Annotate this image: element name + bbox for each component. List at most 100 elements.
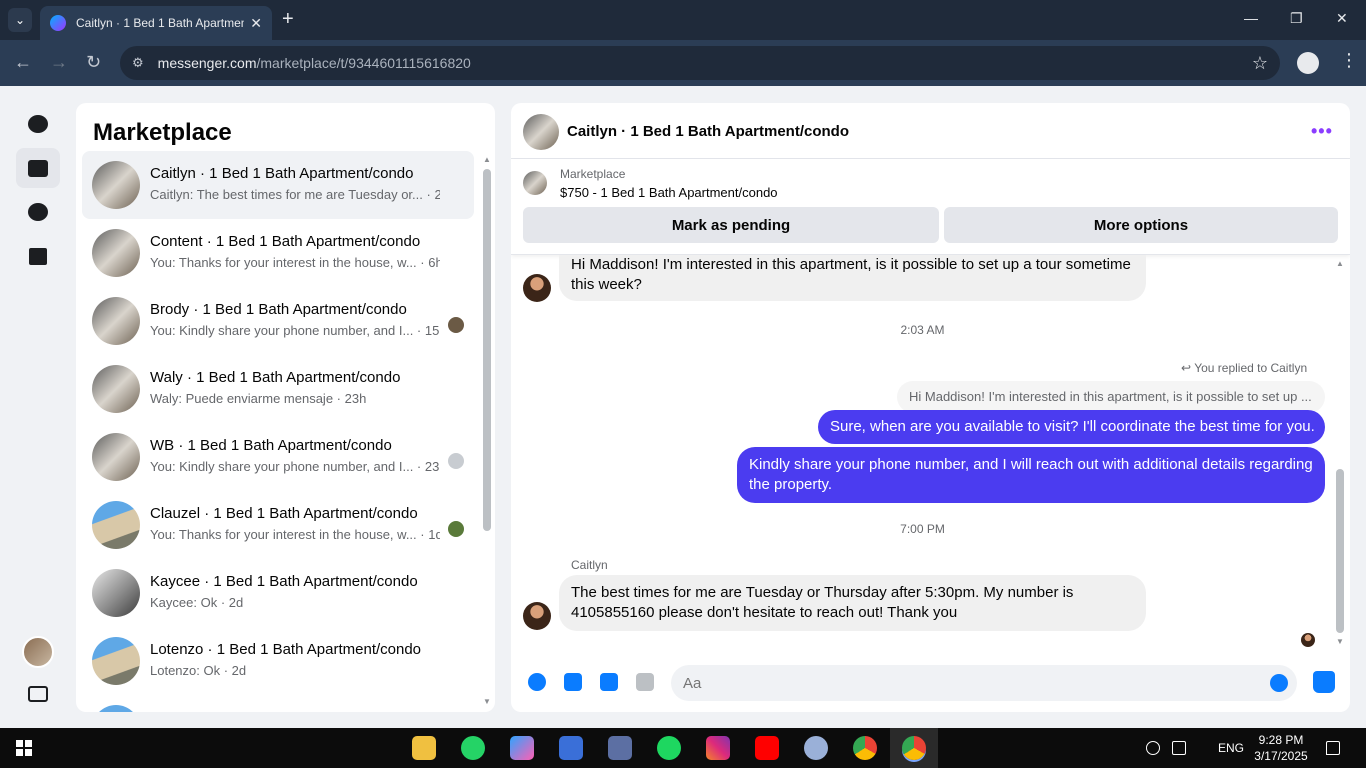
chrome-icon[interactable] [853, 736, 877, 760]
app-icon[interactable] [608, 736, 632, 760]
scroll-down-arrow-icon[interactable]: ▼ [483, 697, 491, 706]
browser-tab[interactable]: Caitlyn · 1 Bed 1 Bath Apartment/condo ✕ [40, 6, 272, 40]
listing-banner: Marketplace $750 - 1 Bed 1 Bath Apartmen… [511, 159, 1350, 255]
timestamp: 7:00 PM [900, 522, 945, 536]
marketplace-button[interactable] [16, 148, 60, 188]
requests-button[interactable] [16, 192, 60, 232]
new-tab-button[interactable]: + [282, 9, 294, 29]
message-incoming: Hi Maddison! I'm interested in this apar… [559, 255, 1146, 301]
listing-thumbnail [92, 365, 140, 413]
conversation-name: Brody · 1 Bed 1 Bath Apartment/condo [150, 301, 407, 318]
seen-avatar [448, 521, 464, 537]
address-bar[interactable]: ⚙ messenger.com/marketplace/t/9344601115… [120, 46, 1280, 80]
sender-name: Caitlyn [571, 558, 608, 572]
scroll-up-arrow-icon[interactable]: ▲ [483, 155, 491, 164]
conversation-name: Kaycee · 1 Bed 1 Bath Apartment/condo [150, 573, 418, 590]
archive-button[interactable] [16, 236, 60, 276]
emoji-icon[interactable] [1270, 674, 1288, 692]
listing-title[interactable]: $750 - 1 Bed 1 Bath Apartment/condo [560, 185, 778, 200]
seen-avatar [448, 317, 464, 333]
add-icon[interactable] [528, 673, 546, 691]
listing-thumbnail [92, 637, 140, 685]
tab-title: Caitlyn · 1 Bed 1 Bath Apartment/condo [76, 16, 245, 30]
page-title: Marketplace [93, 119, 232, 146]
chat-avatar[interactable] [523, 114, 559, 150]
contact-avatar [523, 274, 551, 302]
scroll-up-arrow-icon[interactable]: ▲ [1336, 259, 1344, 268]
conversation-item-kaycee[interactable]: Kaycee · 1 Bed 1 Bath Apartment/condo Ka… [82, 559, 474, 627]
sticker-icon[interactable] [600, 673, 618, 691]
forward-button[interactable]: → [50, 52, 68, 72]
conversation-item-brody[interactable]: Brody · 1 Bed 1 Bath Apartment/condo You… [82, 287, 474, 355]
conversation-item-content[interactable]: Content · 1 Bed 1 Bath Apartment/condo Y… [82, 219, 474, 287]
messenger-favicon-icon [50, 15, 66, 31]
photo-icon[interactable] [564, 673, 582, 691]
language-indicator[interactable]: ENG [1218, 741, 1244, 755]
profile-icon[interactable] [1297, 52, 1319, 74]
bookmark-star-icon[interactable]: ☆ [1252, 53, 1268, 74]
conversation-item-waly[interactable]: Waly · 1 Bed 1 Bath Apartment/condo Waly… [82, 355, 474, 423]
conversation-item-caitlyn[interactable]: Caitlyn · 1 Bed 1 Bath Apartment/condo C… [82, 151, 474, 219]
conversation-preview: Waly: Puede enviarme mensaje · 23h [150, 391, 367, 406]
conversation-name: Lotenzo · 1 Bed 1 Bath Apartment/condo [150, 641, 422, 658]
copilot-icon[interactable] [510, 736, 534, 760]
conversation-name: Content · 1 Bed 1 Bath Apartment/condo [150, 233, 421, 250]
seen-avatar [448, 453, 464, 469]
maximize-button[interactable]: ❐ [1290, 10, 1303, 27]
url-path: /marketplace/t/9344601115616820 [256, 55, 471, 71]
notifications-icon[interactable] [1326, 741, 1340, 755]
chat-title[interactable]: Caitlyn · 1 Bed 1 Bath Apartment/condo [567, 123, 849, 140]
listing-source: Marketplace [560, 167, 626, 181]
minimize-button[interactable]: — [1244, 10, 1258, 26]
conversation-name: WB · 1 Bed 1 Bath Apartment/condo [150, 437, 392, 454]
back-button[interactable]: ← [14, 52, 32, 72]
chat-scrollbar[interactable] [1336, 469, 1344, 633]
archive-icon [29, 247, 47, 265]
message-incoming: The best times for me are Tuesday or Thu… [559, 575, 1146, 631]
close-tab-icon[interactable]: ✕ [250, 15, 262, 32]
conversation-item-lotenzo[interactable]: Lotenzo · 1 Bed 1 Bath Apartment/condo L… [82, 627, 474, 695]
network-icon[interactable] [1172, 741, 1186, 755]
clock[interactable]: 9:28 PM 3/17/2025 [1250, 732, 1312, 764]
listing-thumbnail[interactable] [523, 171, 547, 195]
gif-icon[interactable] [636, 673, 654, 691]
more-actions-icon[interactable]: ••• [1311, 121, 1333, 142]
instagram-icon[interactable] [706, 736, 730, 760]
app-icon[interactable] [804, 736, 828, 760]
start-button[interactable] [16, 740, 32, 756]
file-explorer-icon[interactable] [412, 736, 436, 760]
conversation-item-wb[interactable]: WB · 1 Bed 1 Bath Apartment/condo You: K… [82, 423, 474, 491]
conversation-list-scrollbar[interactable] [483, 169, 491, 531]
tab-search-button[interactable]: ⌄ [8, 8, 32, 32]
spotify-icon[interactable] [657, 736, 681, 760]
user-avatar[interactable] [22, 636, 54, 668]
listing-thumbnail [92, 569, 140, 617]
message-composer [511, 663, 1350, 703]
conversation-item-partial[interactable] [82, 695, 474, 712]
more-options-button[interactable]: More options [944, 207, 1338, 243]
mark-as-pending-button[interactable]: Mark as pending [523, 207, 939, 243]
chats-button[interactable] [16, 104, 60, 144]
browser-menu-icon[interactable]: ⋮ [1340, 50, 1358, 71]
url-host: messenger.com [157, 55, 257, 71]
message-outgoing: Kindly share your phone number, and I wi… [737, 447, 1325, 503]
whatsapp-icon[interactable] [461, 736, 485, 760]
message-input[interactable] [671, 665, 1297, 701]
volume-icon[interactable] [1146, 741, 1160, 755]
toggle-sidebar-icon[interactable] [28, 686, 48, 702]
scroll-down-arrow-icon[interactable]: ▼ [1336, 637, 1344, 646]
youtube-icon[interactable] [755, 736, 779, 760]
site-info-icon[interactable]: ⚙ [132, 55, 144, 71]
chat-bubble-icon [28, 115, 48, 133]
chrome-active-icon[interactable] [902, 736, 926, 760]
conversation-item-clauzel[interactable]: Clauzel · 1 Bed 1 Bath Apartment/condo Y… [82, 491, 474, 559]
reload-button[interactable]: ↻ [86, 52, 101, 72]
chat-panel: Caitlyn · 1 Bed 1 Bath Apartment/condo •… [511, 103, 1350, 712]
quoted-message[interactable]: Hi Maddison! I'm interested in this apar… [897, 381, 1325, 413]
store-icon[interactable] [559, 736, 583, 760]
chat-header: Caitlyn · 1 Bed 1 Bath Apartment/condo •… [511, 103, 1350, 159]
close-window-button[interactable]: ✕ [1336, 10, 1348, 27]
url-text[interactable]: messenger.com/marketplace/t/934460111561… [158, 55, 1252, 71]
thumbs-up-icon[interactable] [1313, 671, 1335, 693]
listing-thumbnail [92, 705, 140, 712]
